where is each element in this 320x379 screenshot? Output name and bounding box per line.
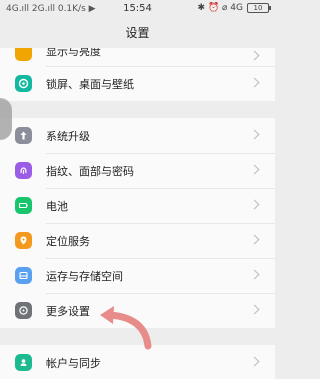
settings-item-battery[interactable]: 电池 — [0, 188, 275, 223]
chevron-right-icon — [251, 304, 261, 316]
display-icon — [15, 48, 32, 61]
settings-item-display[interactable]: 显示与亮度 — [0, 48, 275, 66]
chevron-right-icon — [251, 269, 261, 281]
settings-item-label: 锁屏、桌面与壁纸 — [46, 77, 134, 91]
account-sync-icon — [15, 354, 32, 371]
edge-panel-handle[interactable] — [0, 98, 12, 140]
wallpaper-icon — [15, 75, 32, 92]
more-settings-icon — [15, 302, 32, 319]
settings-item-fingerprint[interactable]: 指纹、面部与密码 — [0, 153, 275, 188]
status-icons: ✱ ⏰ ⌀ 4G 10 — [197, 3, 271, 13]
chevron-right-icon — [251, 50, 261, 62]
settings-item-storage[interactable]: 运存与存储空间 — [0, 258, 275, 293]
settings-item-label: 系统升级 — [46, 129, 90, 143]
settings-item-label: 运存与存储空间 — [46, 269, 123, 283]
battery-settings-icon — [15, 197, 32, 214]
settings-item-location[interactable]: 定位服务 — [0, 223, 275, 258]
chevron-right-icon — [251, 234, 261, 246]
chevron-right-icon — [251, 199, 261, 211]
chevron-right-icon — [251, 356, 261, 368]
settings-group-account: 帐户与同步 — [0, 345, 275, 379]
settings-item-label: 显示与亮度 — [46, 48, 101, 58]
chevron-right-icon — [251, 164, 261, 176]
fingerprint-icon — [15, 162, 32, 179]
chevron-right-icon — [251, 129, 261, 141]
location-pin-icon — [15, 232, 32, 249]
status-bar: 4G.ıll 2G.ıll 0.1K/s ▶ 15:54 ✱ ⏰ ⌀ 4G 10 — [0, 0, 275, 18]
pointer-arrow-icon — [100, 306, 152, 350]
settings-item-label: 电池 — [46, 199, 68, 213]
settings-item-system-upgrade[interactable]: 系统升级 — [0, 118, 275, 153]
chevron-right-icon — [251, 77, 261, 89]
settings-item-label: 定位服务 — [46, 234, 90, 248]
settings-group-system: 系统升级 指纹、面部与密码 电池 定位服务 运存与存储空间 更多设置 — [0, 118, 275, 328]
page-title: 设置 — [125, 26, 150, 40]
settings-item-label: 指纹、面部与密码 — [46, 164, 134, 178]
settings-item-lock-screen[interactable]: 锁屏、桌面与壁纸 — [0, 66, 275, 101]
system-icons: ✱ ⏰ ⌀ 4G — [197, 3, 243, 13]
storage-icon — [15, 267, 32, 284]
upgrade-icon — [15, 127, 32, 144]
battery-icon: 10 — [247, 3, 271, 13]
settings-item-account-sync[interactable]: 帐户与同步 — [0, 345, 275, 379]
settings-group-display: 显示与亮度 锁屏、桌面与壁纸 — [0, 48, 275, 101]
settings-item-label: 更多设置 — [46, 304, 90, 318]
settings-item-label: 帐户与同步 — [46, 356, 101, 370]
